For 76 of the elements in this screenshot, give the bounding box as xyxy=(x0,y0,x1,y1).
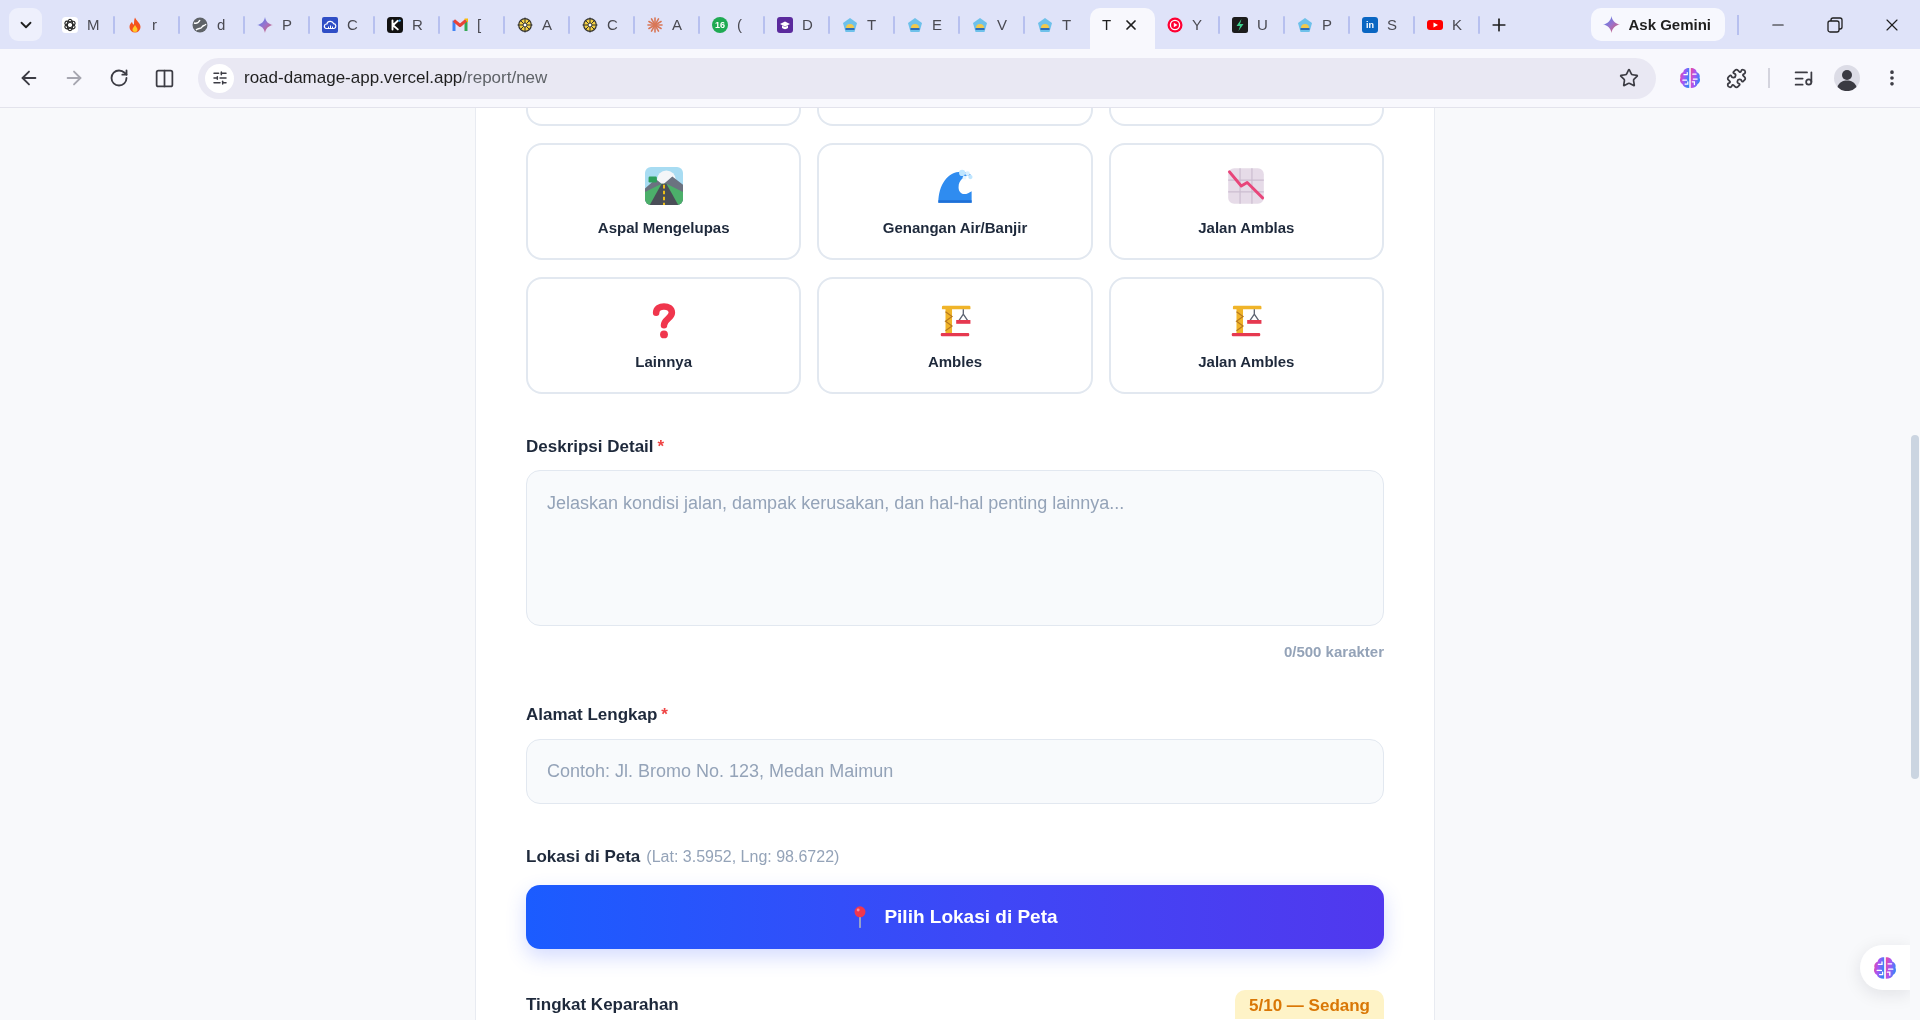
emblem-icon xyxy=(907,16,923,33)
category-card[interactable]: Jalan Ambles xyxy=(1108,277,1384,394)
envelope-icon xyxy=(452,16,468,33)
split-view-icon[interactable] xyxy=(153,67,175,89)
field-label: Deskripsi Detail * xyxy=(526,436,666,458)
emblem-icon xyxy=(1037,16,1053,33)
puzzle-icon[interactable] xyxy=(1725,67,1747,89)
road-icon xyxy=(644,166,683,205)
category-card[interactable]: Ambles xyxy=(817,277,1093,394)
brain-icon[interactable] xyxy=(1679,67,1701,89)
browser-tab[interactable]: [ xyxy=(440,8,505,49)
emblem-icon xyxy=(972,16,988,33)
sparkle-icon xyxy=(257,16,273,33)
sparkle-icon xyxy=(1603,16,1621,33)
field-label: Lokasi di Peta xyxy=(526,846,641,868)
browser-tab[interactable]: T xyxy=(1025,8,1090,49)
description-field[interactable]: Jelaskan kondisi jalan, dampak kerusakan, dan hal-hal penting lainnya... xyxy=(526,470,1384,626)
ask-button[interactable]: Ask Gemini xyxy=(1591,8,1725,41)
play-icon xyxy=(1167,16,1183,33)
floating-assistant-button[interactable] xyxy=(1860,945,1910,990)
wheel-icon xyxy=(582,16,598,33)
flame-icon xyxy=(127,16,143,33)
browser-tab[interactable]: V xyxy=(960,8,1025,49)
character-counter: 0/500 karakter xyxy=(1283,643,1384,661)
browser-tab[interactable]: U xyxy=(1220,8,1285,49)
browser-tab[interactable]: A xyxy=(635,8,700,49)
browser-tab[interactable]: P xyxy=(1285,8,1350,49)
brain-icon[interactable] xyxy=(1873,955,1897,980)
knot-icon xyxy=(62,16,78,33)
letter-tile: in xyxy=(1362,16,1378,33)
browser-tab[interactable]: Y xyxy=(1155,8,1220,49)
address-field[interactable]: Contoh: Jl. Bromo No. 123, Medan Maimun xyxy=(526,739,1384,804)
tile-logo-icon xyxy=(387,16,403,33)
tab-search-button[interactable] xyxy=(9,8,42,41)
browser-tab[interactable]: in S xyxy=(1350,8,1415,49)
count-badge: 16 xyxy=(712,16,728,33)
address-bar[interactable]: road-damage-app.vercel.app/report/new xyxy=(198,57,1656,99)
bolt-icon xyxy=(1232,16,1248,33)
starburst-icon xyxy=(647,16,663,33)
browser-tab[interactable]: A xyxy=(505,8,570,49)
field-label: Alamat Lengkap * xyxy=(526,704,669,726)
browser-tab[interactable]: K xyxy=(1415,8,1480,49)
reload-icon[interactable] xyxy=(109,68,129,88)
browser-tab[interactable]: C xyxy=(570,8,635,49)
globe-icon xyxy=(192,16,208,33)
browser-tab[interactable]: R xyxy=(375,8,440,49)
site-info-button[interactable] xyxy=(205,63,234,93)
restore-icon[interactable] xyxy=(1826,16,1843,33)
url-text[interactable]: road-damage-app.vercel.app/report/new xyxy=(244,68,548,88)
scrollbar-thumb[interactable] xyxy=(1911,435,1919,779)
browser-tab[interactable]: T xyxy=(830,8,895,49)
wheel-icon xyxy=(517,16,533,33)
category-card[interactable]: Aspal Mengelupas xyxy=(526,143,802,260)
coordinates-text: (Lat: 3.5952, Lng: 98.6722) xyxy=(646,847,840,867)
category-card[interactable]: Lainnya xyxy=(526,277,802,394)
browser-tab[interactable]: M xyxy=(50,8,115,49)
category-card[interactable]: Jalan Amblas xyxy=(1108,143,1384,260)
cloud-icon xyxy=(322,16,338,33)
browser-tab[interactable]: D xyxy=(765,8,830,49)
browser-tab[interactable]: C xyxy=(310,8,375,49)
severity-badge: 5/10 — Sedang xyxy=(1235,990,1384,1019)
emblem-icon xyxy=(1297,16,1313,33)
field-label: Tingkat Keparahan xyxy=(526,993,679,1016)
browser-tab[interactable]: E xyxy=(895,8,960,49)
browser-tab[interactable]: P xyxy=(245,8,310,49)
browser-tab[interactable]: T xyxy=(1090,8,1155,49)
category-card[interactable]: Genangan Air/Banjir xyxy=(817,143,1093,260)
chart-down-icon xyxy=(1227,166,1266,205)
pick-location-button[interactable]: Pilih Lokasi di Peta xyxy=(526,885,1384,949)
cap-icon xyxy=(777,16,793,33)
sliders-icon[interactable] xyxy=(211,70,228,86)
emblem-icon xyxy=(842,16,858,33)
browser-tab[interactable]: d xyxy=(180,8,245,49)
browser-tab[interactable]: 16 ( xyxy=(700,8,765,49)
browser-tab[interactable]: r xyxy=(115,8,180,49)
video-icon xyxy=(1427,19,1443,30)
